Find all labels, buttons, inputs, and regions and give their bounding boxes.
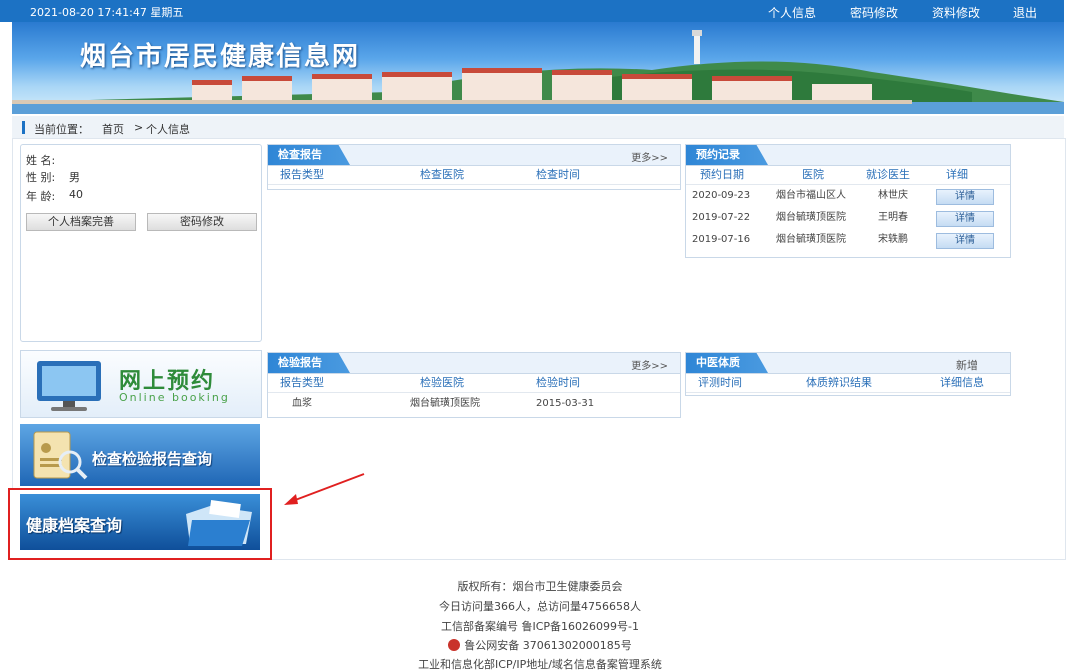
breadcrumb-current: 个人信息 bbox=[146, 123, 190, 136]
appointment-records-header: 预约记录 bbox=[686, 145, 1010, 166]
lab-report-title: 检验报告 bbox=[268, 353, 350, 373]
detail-button[interactable]: 详情 bbox=[936, 211, 994, 227]
cell-date: 2020-09-23 bbox=[692, 190, 751, 201]
password-change-button[interactable]: 密码修改 bbox=[147, 213, 257, 231]
footer-system[interactable]: 工业和信息化部ICP/IP地址/域名信息备案管理系统 bbox=[0, 656, 1080, 672]
cell-hospital: 烟台市福山区人 bbox=[776, 190, 846, 201]
cell-doctor: 王明春 bbox=[878, 212, 908, 223]
cell-hospital: 烟台毓璜顶医院 bbox=[776, 234, 846, 245]
report-query-title: 检查检验报告查询 bbox=[92, 450, 213, 468]
col-detail-info: 详细信息 bbox=[940, 376, 984, 389]
col-report-type: 报告类型 bbox=[280, 376, 324, 389]
appointment-records-title: 预约记录 bbox=[686, 145, 768, 165]
table-row: 2020-09-23 烟台市福山区人 林世庆 详情 bbox=[686, 185, 1010, 207]
tcm-add-link[interactable]: 新增 bbox=[956, 357, 978, 373]
tcm-title: 中医体质 bbox=[686, 353, 768, 373]
complete-profile-button[interactable]: 个人档案完善 bbox=[26, 213, 136, 231]
breadcrumb-home[interactable]: 首页 bbox=[102, 121, 124, 137]
lab-report-more-link[interactable]: 更多>> bbox=[631, 357, 668, 372]
cell-doctor: 宋轶鹏 bbox=[878, 234, 908, 245]
lab-report-header: 检验报告 更多>> bbox=[268, 353, 680, 374]
health-archive-query-banner[interactable]: 健康档案查询 bbox=[20, 494, 260, 550]
cell-hospital: 烟台毓璜顶医院 bbox=[776, 212, 846, 223]
table-row[interactable]: 血浆 烟台毓璜顶医院 2015-03-31 bbox=[268, 393, 680, 415]
col-exam-hospital: 检查医院 bbox=[420, 168, 464, 181]
col-lab-time: 检验时间 bbox=[536, 376, 580, 389]
gender-label: 性 别: bbox=[26, 171, 56, 184]
lab-report-table-header: 报告类型 检验医院 检验时间 bbox=[268, 374, 680, 393]
cell-time: 2015-03-31 bbox=[536, 398, 595, 409]
tcm-table-header: 评测时间 体质辨识结果 详细信息 bbox=[686, 374, 1010, 393]
link-personal-info[interactable]: 个人信息 bbox=[768, 4, 816, 21]
datetime: 2021-08-20 17:41:47 星期五 bbox=[30, 6, 184, 19]
name-label: 姓 名: bbox=[26, 154, 56, 167]
table-row: 2019-07-16 烟台毓璜顶医院 宋轶鹏 详情 bbox=[686, 229, 1010, 251]
breadcrumb-separator: > bbox=[134, 121, 144, 134]
detail-button[interactable]: 详情 bbox=[936, 233, 994, 249]
appointment-records-panel: 预约记录 预约日期 医院 就诊医生 详细 2020-09-23 烟台市福山区人 … bbox=[685, 144, 1011, 258]
online-booking-subtitle: Online booking bbox=[119, 391, 230, 404]
link-logout[interactable]: 退出 bbox=[1013, 4, 1037, 21]
age-value: 40 bbox=[69, 188, 83, 201]
col-report-type: 报告类型 bbox=[280, 168, 324, 181]
col-doctor: 就诊医生 bbox=[866, 168, 910, 181]
appointment-table-header: 预约日期 医院 就诊医生 详细 bbox=[686, 166, 1010, 185]
link-profile-edit[interactable]: 资料修改 bbox=[932, 4, 980, 21]
site-banner: 烟台市居民健康信息网 bbox=[12, 22, 1064, 114]
footer-visits: 今日访问量366人，总访问量4756658人 bbox=[439, 600, 641, 613]
footer-police-text[interactable]: 鲁公网安备 37061302000185号 bbox=[464, 639, 631, 652]
online-booking-banner[interactable]: 网上预约 Online booking bbox=[20, 350, 262, 418]
red-arrow-annotation bbox=[284, 473, 365, 505]
age-label: 年 龄: bbox=[26, 190, 56, 203]
exam-report-title: 检查报告 bbox=[268, 145, 350, 165]
breadcrumb-label: 当前位置： bbox=[34, 123, 89, 136]
col-exam-time: 检查时间 bbox=[536, 168, 580, 181]
cell-hospital: 烟台毓璜顶医院 bbox=[410, 398, 480, 409]
exam-report-header: 检查报告 更多>> bbox=[268, 145, 680, 166]
footer-icp: 工信部备案编号 鲁ICP备16026099号-1 bbox=[440, 620, 639, 633]
cell-report-type: 血浆 bbox=[292, 398, 312, 409]
top-bar: 2021-08-20 17:41:47 星期五 个人信息 密码修改 资料修改 退… bbox=[0, 0, 1064, 22]
cell-date: 2019-07-22 bbox=[692, 212, 751, 223]
exam-report-table-header: 报告类型 检查医院 检查时间 bbox=[268, 166, 680, 185]
cell-doctor: 林世庆 bbox=[878, 190, 908, 201]
breadcrumb: 当前位置： 首页 > 个人信息 bbox=[12, 116, 1064, 139]
exam-report-more-link[interactable]: 更多>> bbox=[631, 149, 668, 164]
folder-icon bbox=[186, 499, 252, 546]
col-appointment-date: 预约日期 bbox=[700, 168, 744, 181]
exam-report-panel: 检查报告 更多>> 报告类型 检查医院 检查时间 bbox=[267, 144, 681, 190]
col-constitution-result: 体质辨识结果 bbox=[806, 376, 872, 389]
detail-button[interactable]: 详情 bbox=[936, 189, 994, 205]
report-magnifier-icon bbox=[33, 431, 88, 480]
police-badge-icon bbox=[448, 639, 461, 651]
site-title: 烟台市居民健康信息网 bbox=[80, 42, 361, 72]
cell-date: 2019-07-16 bbox=[692, 234, 751, 245]
table-row: 2019-07-22 烟台毓璜顶医院 王明春 详情 bbox=[686, 207, 1010, 229]
monitor-icon bbox=[37, 361, 101, 411]
link-password-change[interactable]: 密码修改 bbox=[850, 4, 898, 21]
col-hospital: 医院 bbox=[802, 168, 824, 181]
footer-police-record: 鲁公网安备 37061302000185号 bbox=[0, 637, 1080, 653]
footer-copyright: 版权所有：烟台市卫生健康委员会 bbox=[457, 580, 623, 593]
lab-report-panel: 检验报告 更多>> 报告类型 检验医院 检验时间 血浆 烟台毓璜顶医院 2015… bbox=[267, 352, 681, 418]
report-query-banner[interactable]: 检查检验报告查询 bbox=[20, 424, 260, 486]
health-archive-query-title: 健康档案查询 bbox=[26, 516, 123, 535]
tcm-constitution-panel: 中医体质 新增 评测时间 体质辨识结果 详细信息 bbox=[685, 352, 1011, 396]
profile-panel: 姓 名: 性 别: 男 年 龄: 40 个人档案完善 密码修改 bbox=[20, 144, 262, 342]
breadcrumb-marker bbox=[22, 121, 25, 134]
col-eval-time: 评测时间 bbox=[698, 376, 742, 389]
tcm-header: 中医体质 新增 bbox=[686, 353, 1010, 374]
col-detail: 详细 bbox=[946, 168, 968, 181]
gender-value: 男 bbox=[69, 171, 80, 184]
col-lab-hospital: 检验医院 bbox=[420, 376, 464, 389]
